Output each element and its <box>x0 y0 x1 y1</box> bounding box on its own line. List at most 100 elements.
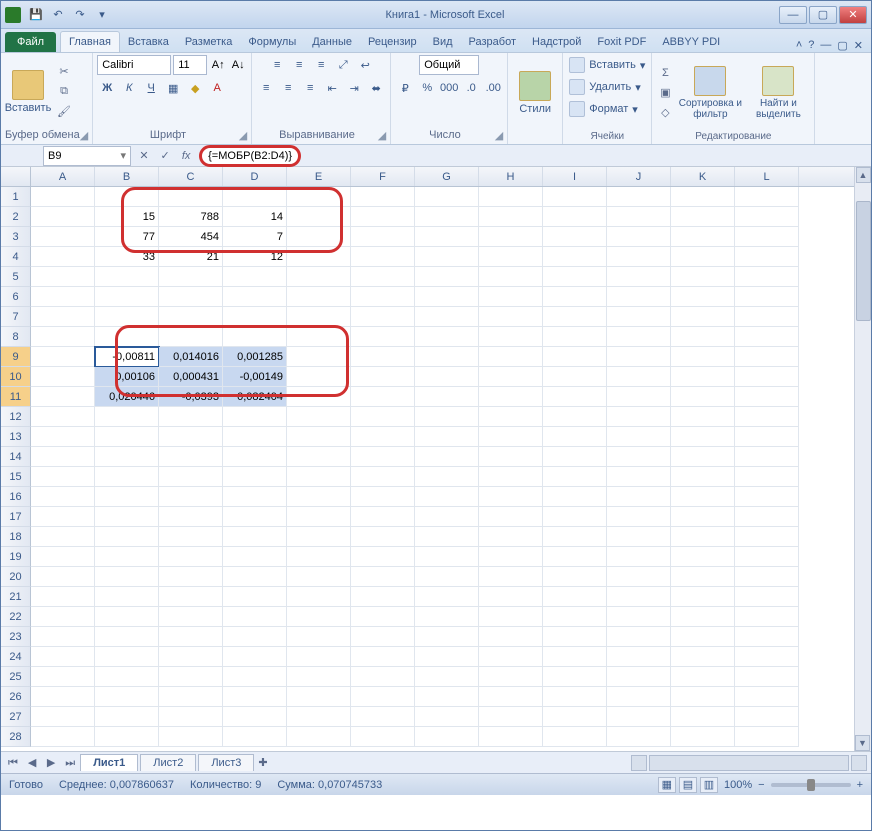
view-normal-icon[interactable]: ▦ <box>658 777 676 793</box>
indent-inc-icon[interactable]: ⇥ <box>344 78 364 98</box>
align-left-icon[interactable]: ≡ <box>256 78 276 98</box>
tab-layout[interactable]: Разметка <box>177 32 241 52</box>
cell-C15[interactable] <box>159 467 223 487</box>
cell-G25[interactable] <box>415 667 479 687</box>
cell-F26[interactable] <box>351 687 415 707</box>
cell-G24[interactable] <box>415 647 479 667</box>
cell-H20[interactable] <box>479 567 543 587</box>
sheet-tab-3[interactable]: Лист3 <box>198 754 254 771</box>
cell-H5[interactable] <box>479 267 543 287</box>
format-cells-button[interactable]: Формат ▾ <box>567 99 647 119</box>
row-header[interactable]: 20 <box>1 567 31 587</box>
cell-K16[interactable] <box>671 487 735 507</box>
row-header[interactable]: 10 <box>1 367 31 387</box>
cell-C3[interactable]: 454 <box>159 227 223 247</box>
cell-L16[interactable] <box>735 487 799 507</box>
cell-A9[interactable] <box>31 347 95 367</box>
minimize-button[interactable]: — <box>779 6 807 24</box>
cell-L28[interactable] <box>735 727 799 747</box>
cell-G23[interactable] <box>415 627 479 647</box>
name-box[interactable]: B9▾ <box>43 146 131 166</box>
cell-C14[interactable] <box>159 447 223 467</box>
window-close2-icon[interactable]: ✕ <box>854 39 863 52</box>
cell-L20[interactable] <box>735 567 799 587</box>
cell-I10[interactable] <box>543 367 607 387</box>
cell-J18[interactable] <box>607 527 671 547</box>
cell-L7[interactable] <box>735 307 799 327</box>
cell-I21[interactable] <box>543 587 607 607</box>
cell-A28[interactable] <box>31 727 95 747</box>
cell-J26[interactable] <box>607 687 671 707</box>
cell-J10[interactable] <box>607 367 671 387</box>
cell-F16[interactable] <box>351 487 415 507</box>
cell-I13[interactable] <box>543 427 607 447</box>
italic-button[interactable]: К <box>119 78 139 98</box>
cell-A24[interactable] <box>31 647 95 667</box>
scroll-down-icon[interactable]: ▼ <box>855 735 870 751</box>
cell-E4[interactable] <box>287 247 351 267</box>
scroll-up-icon[interactable]: ▲ <box>856 167 871 183</box>
cell-J7[interactable] <box>607 307 671 327</box>
sheet-nav-last-icon[interactable]: ⏭ <box>62 755 78 771</box>
cell-B24[interactable] <box>95 647 159 667</box>
cell-D8[interactable] <box>223 327 287 347</box>
cell-E2[interactable] <box>287 207 351 227</box>
cell-G26[interactable] <box>415 687 479 707</box>
cell-H25[interactable] <box>479 667 543 687</box>
cell-E17[interactable] <box>287 507 351 527</box>
cell-A2[interactable] <box>31 207 95 227</box>
tab-foxit[interactable]: Foxit PDF <box>589 32 654 52</box>
cell-F11[interactable] <box>351 387 415 407</box>
cell-J21[interactable] <box>607 587 671 607</box>
comma-icon[interactable]: 000 <box>439 78 459 98</box>
tab-addins[interactable]: Надстрой <box>524 32 589 52</box>
row-header[interactable]: 5 <box>1 267 31 287</box>
cell-E8[interactable] <box>287 327 351 347</box>
cell-E18[interactable] <box>287 527 351 547</box>
orientation-icon[interactable]: ⤢ <box>333 55 353 75</box>
cell-J20[interactable] <box>607 567 671 587</box>
cell-A18[interactable] <box>31 527 95 547</box>
font-dialog-icon[interactable]: ◢ <box>239 129 247 142</box>
cell-H13[interactable] <box>479 427 543 447</box>
cell-B21[interactable] <box>95 587 159 607</box>
cell-L9[interactable] <box>735 347 799 367</box>
cell-I14[interactable] <box>543 447 607 467</box>
cell-B1[interactable] <box>95 187 159 207</box>
clear-icon[interactable]: ◇ <box>656 104 674 122</box>
clipboard-dialog-icon[interactable]: ◢ <box>80 129 88 142</box>
font-size-combo[interactable]: 11 <box>173 55 207 75</box>
cell-D5[interactable] <box>223 267 287 287</box>
cell-B25[interactable] <box>95 667 159 687</box>
cell-J24[interactable] <box>607 647 671 667</box>
cell-F24[interactable] <box>351 647 415 667</box>
cell-D6[interactable] <box>223 287 287 307</box>
redo-icon[interactable]: ↷ <box>71 6 89 24</box>
cell-H12[interactable] <box>479 407 543 427</box>
cell-D28[interactable] <box>223 727 287 747</box>
cell-L12[interactable] <box>735 407 799 427</box>
cell-D25[interactable] <box>223 667 287 687</box>
cell-I19[interactable] <box>543 547 607 567</box>
row-header[interactable]: 8 <box>1 327 31 347</box>
cell-I17[interactable] <box>543 507 607 527</box>
row-header[interactable]: 17 <box>1 507 31 527</box>
cell-A17[interactable] <box>31 507 95 527</box>
undo-icon[interactable]: ↶ <box>49 6 67 24</box>
row-header[interactable]: 9 <box>1 347 31 367</box>
cell-A14[interactable] <box>31 447 95 467</box>
merge-icon[interactable]: ⬌ <box>366 78 386 98</box>
cell-G18[interactable] <box>415 527 479 547</box>
minimize-ribbon-icon[interactable]: ˄ <box>796 39 802 52</box>
cell-G14[interactable] <box>415 447 479 467</box>
cell-K10[interactable] <box>671 367 735 387</box>
cell-J8[interactable] <box>607 327 671 347</box>
hscroll-thumb[interactable] <box>649 755 849 771</box>
cell-H3[interactable] <box>479 227 543 247</box>
cell-F7[interactable] <box>351 307 415 327</box>
cell-G8[interactable] <box>415 327 479 347</box>
cell-H27[interactable] <box>479 707 543 727</box>
cell-G5[interactable] <box>415 267 479 287</box>
row-header[interactable]: 18 <box>1 527 31 547</box>
cell-I24[interactable] <box>543 647 607 667</box>
